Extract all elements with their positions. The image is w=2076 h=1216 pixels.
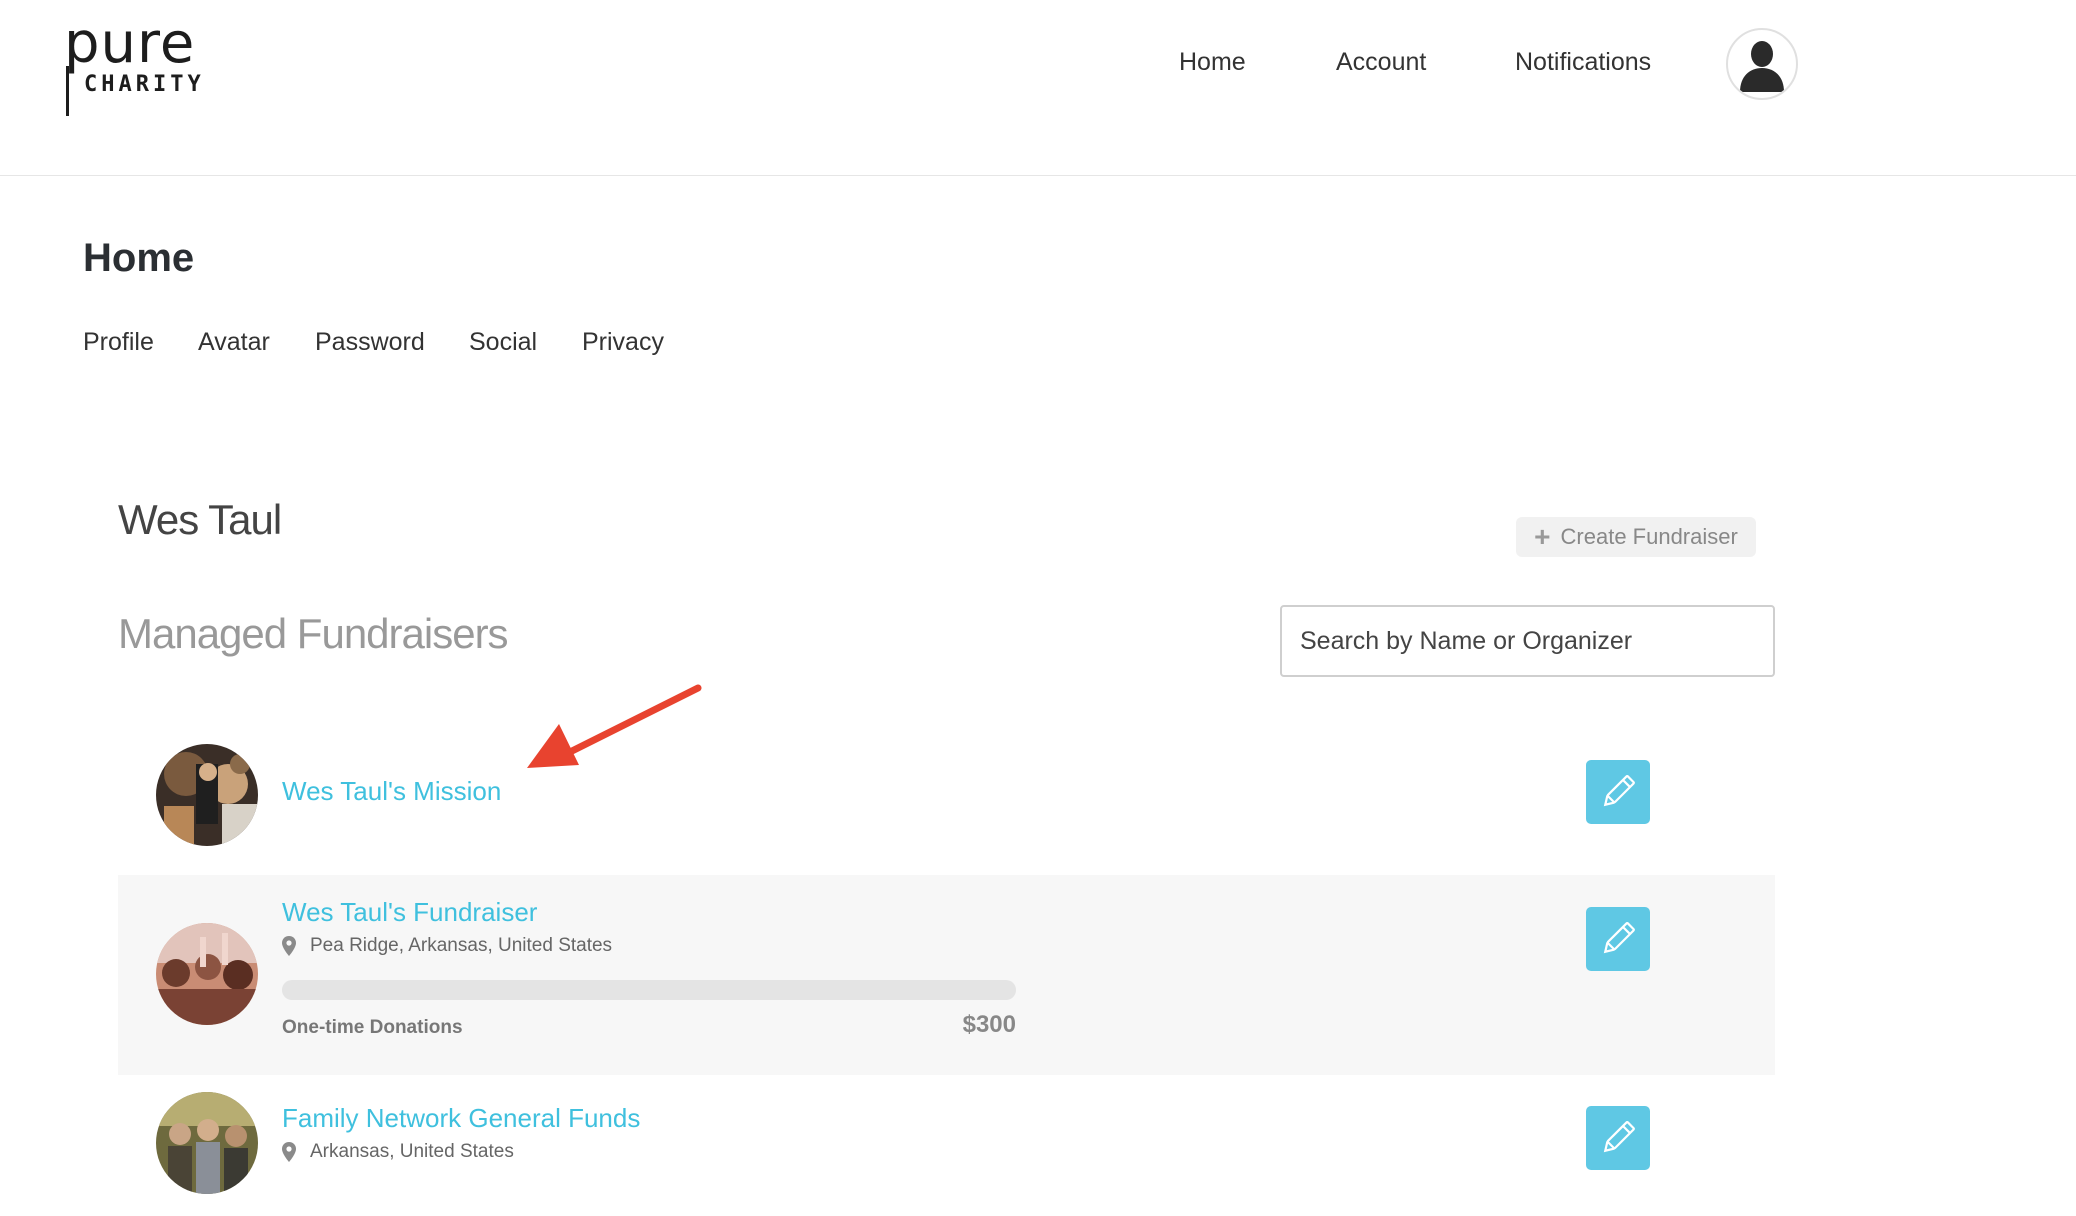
fundraiser-row: Wes Taul's Fundraiser Pea Ridge, Arkansa…	[118, 875, 1775, 1075]
subnav-profile-link[interactable]: Profile	[83, 328, 154, 357]
fundraiser-row: Wes Taul's Mission	[118, 730, 1775, 875]
donation-type-label: One-time Donations	[282, 1017, 463, 1038]
pencil-icon	[1603, 1121, 1635, 1153]
fundraiser-thumbnail[interactable]	[156, 1092, 258, 1194]
user-name-heading: Wes Taul	[118, 496, 282, 543]
edit-fundraiser-button[interactable]	[1586, 760, 1650, 824]
fundraiser-thumbnail[interactable]	[156, 744, 258, 846]
nav-account-link[interactable]: Account	[1336, 48, 1426, 77]
subnav-privacy-link[interactable]: Privacy	[582, 328, 664, 357]
create-fundraiser-button[interactable]: + Create Fundraiser	[1516, 517, 1756, 557]
subnav-password-link[interactable]: Password	[315, 328, 425, 357]
location-text: Arkansas, United States	[310, 1141, 514, 1162]
edit-fundraiser-button[interactable]	[1586, 907, 1650, 971]
user-silhouette-icon	[1740, 41, 1784, 92]
fundraiser-row: Family Network General Funds Arkansas, U…	[118, 1075, 1775, 1216]
fundraiser-title-link[interactable]: Wes Taul's Fundraiser	[282, 897, 537, 928]
map-pin-icon	[282, 936, 296, 956]
create-fundraiser-label: Create Fundraiser	[1560, 524, 1738, 549]
pencil-icon	[1603, 775, 1635, 807]
fundraiser-title-link[interactable]: Wes Taul's Mission	[282, 776, 501, 807]
logo-word-pure: pure	[64, 11, 196, 76]
pencil-icon	[1603, 922, 1635, 954]
plus-icon: +	[1534, 521, 1551, 552]
donation-progress-bar	[282, 980, 1016, 1000]
logo-word-charity: CHARITY	[84, 72, 205, 97]
edit-fundraiser-button[interactable]	[1586, 1106, 1650, 1170]
fundraiser-thumbnail[interactable]	[156, 923, 258, 1025]
user-avatar-button[interactable]	[1726, 28, 1798, 100]
pure-charity-logo[interactable]: pure CHARITY	[64, 16, 205, 116]
subnav-social-link[interactable]: Social	[469, 328, 537, 357]
page-title: Home	[83, 236, 195, 280]
map-pin-icon	[282, 1142, 296, 1162]
nav-notifications-link[interactable]: Notifications	[1515, 48, 1651, 77]
section-title: Managed Fundraisers	[118, 610, 509, 657]
site-header: pure CHARITY Home Account Notifications	[0, 0, 2076, 176]
annotation-arrow-icon	[527, 684, 702, 768]
search-input[interactable]	[1280, 605, 1775, 677]
fundraiser-title-link[interactable]: Family Network General Funds	[282, 1103, 640, 1134]
location-text: Pea Ridge, Arkansas, United States	[310, 935, 613, 956]
logo-bar	[66, 66, 69, 116]
fundraiser-location: Pea Ridge, Arkansas, United States	[282, 935, 612, 957]
fundraiser-location: Arkansas, United States	[282, 1141, 514, 1163]
nav-home-link[interactable]: Home	[1179, 48, 1246, 77]
subnav-avatar-link[interactable]: Avatar	[198, 328, 270, 357]
donation-amount: $300	[962, 1011, 1016, 1038]
